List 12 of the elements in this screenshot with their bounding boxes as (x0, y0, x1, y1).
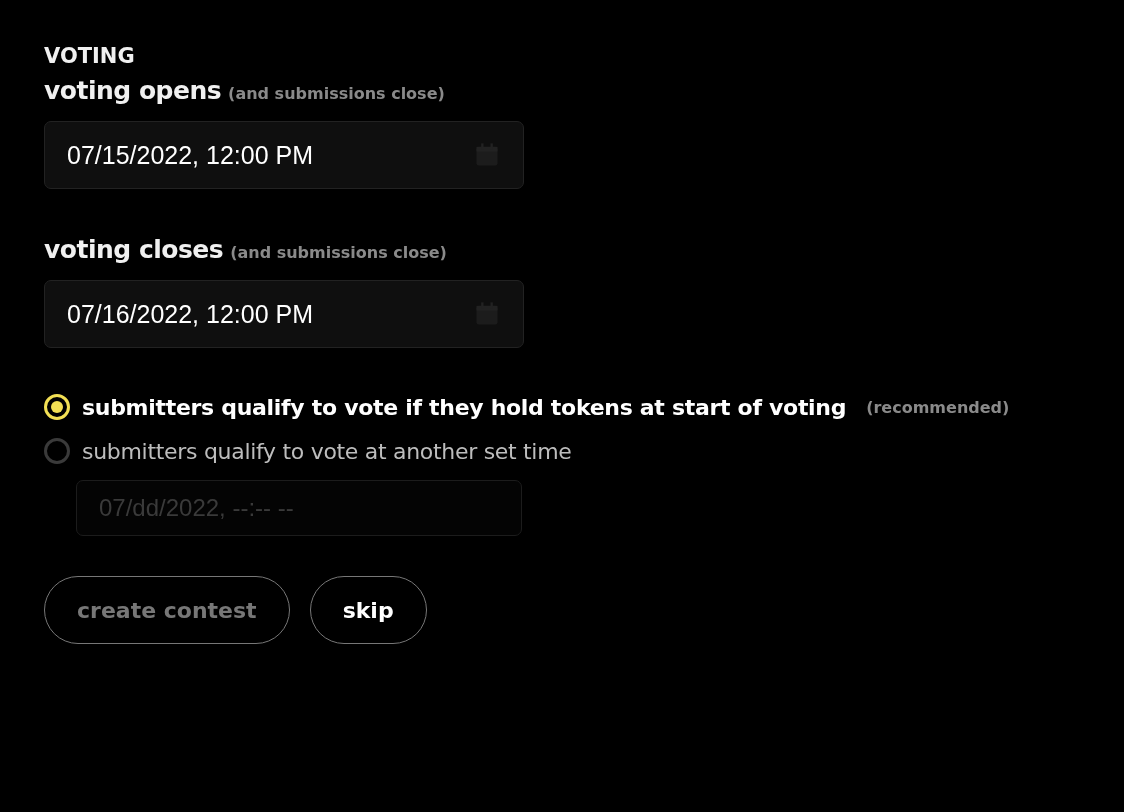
radio-button[interactable] (44, 438, 70, 464)
section-title: VOTING (44, 44, 136, 68)
option-label[interactable]: submitters qualify to vote if they hold tokens at start of voting (82, 394, 847, 420)
field-hint: (and submissions close) (228, 84, 445, 103)
field-hint: (and submissions close) (230, 243, 447, 262)
skip-button[interactable]: skip (309, 576, 427, 644)
datetime-field[interactable]: 07/15/2022, 12:00 PM (44, 121, 524, 189)
option-label[interactable]: submitters qualify to vote at another set time (82, 438, 572, 464)
option-hint: (recommended) (866, 397, 1010, 417)
datetime-field[interactable]: 07/16/2022, 12:00 PM (44, 280, 524, 348)
field-label: voting opens (44, 76, 222, 105)
field-label: voting closes (44, 235, 224, 264)
